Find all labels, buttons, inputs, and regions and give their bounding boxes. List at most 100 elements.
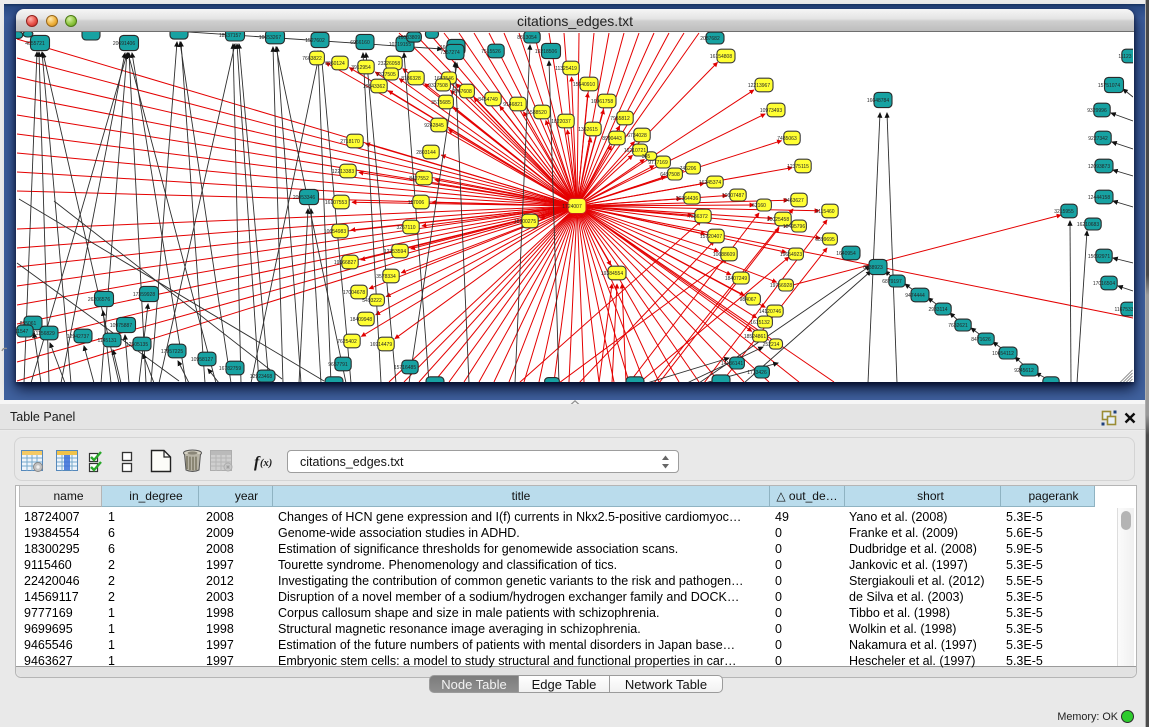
- svg-text:3578334: 3578334: [376, 274, 396, 280]
- svg-text:7632621: 7632621: [948, 323, 968, 329]
- svg-text:10543362: 10543362: [363, 84, 385, 90]
- svg-text:16648784: 16648784: [867, 98, 889, 104]
- svg-text:(x): (x): [260, 458, 272, 469]
- svg-text:1724007: 1724007: [562, 204, 582, 210]
- svg-text:12505135: 12505135: [126, 342, 148, 348]
- svg-text:18537157: 18537157: [219, 33, 241, 39]
- svg-text:14120746: 14120746: [759, 309, 781, 315]
- svg-text:20053346: 20053346: [293, 195, 315, 201]
- svg-text:17016504: 17016504: [1093, 281, 1115, 287]
- svg-text:5493222: 5493222: [362, 298, 382, 304]
- svg-text:12375115: 12375115: [787, 164, 809, 170]
- svg-text:991547: 991547: [16, 329, 29, 335]
- svg-text:3215955: 3215955: [1054, 209, 1074, 215]
- svg-text:9115460: 9115460: [815, 209, 834, 215]
- svg-text:6899695: 6899695: [815, 237, 835, 243]
- svg-text:10973493: 10973493: [760, 108, 782, 114]
- svg-text:8186328: 8186328: [401, 76, 421, 82]
- svg-text:19218506: 19218506: [535, 49, 557, 55]
- svg-text:17359928: 17359928: [133, 292, 155, 298]
- svg-text:117006: 117006: [408, 200, 425, 206]
- svg-text:7485063: 7485063: [777, 136, 797, 142]
- svg-text:7386372: 7386372: [688, 214, 708, 220]
- svg-text:15692971: 15692971: [1088, 254, 1110, 260]
- svg-text:9474444: 9474444: [905, 293, 925, 299]
- svg-text:16033809: 16033809: [398, 35, 420, 41]
- svg-text:20691406: 20691406: [113, 41, 135, 47]
- svg-text:18409948: 18409948: [350, 317, 372, 323]
- svg-text:1588520: 1588520: [527, 110, 547, 116]
- svg-text:1362615: 1362615: [578, 127, 598, 133]
- svg-text:6497508: 6497508: [660, 172, 680, 178]
- svg-text:10025458: 10025458: [767, 217, 789, 223]
- svg-text:12444158: 12444158: [1088, 195, 1110, 201]
- svg-text:16961758: 16961758: [591, 99, 613, 105]
- svg-text:19756928: 19756928: [770, 283, 792, 289]
- svg-text:9146821: 9146821: [503, 102, 523, 108]
- svg-text:19654923: 19654923: [780, 252, 802, 258]
- svg-text:8427552: 8427552: [409, 176, 429, 182]
- svg-text:7955812: 7955812: [610, 116, 630, 122]
- svg-text:17957225: 17957225: [161, 349, 183, 355]
- svg-text:15716485: 15716485: [394, 365, 416, 371]
- svg-text:6966160: 6966160: [350, 40, 370, 46]
- svg-text:8938923: 8938923: [863, 265, 883, 271]
- svg-text:19384554: 19384554: [601, 271, 623, 277]
- svg-text:16210683: 16210683: [1077, 222, 1099, 228]
- svg-text:6879197: 6879197: [882, 279, 902, 285]
- svg-text:15720407: 15720407: [700, 234, 722, 240]
- svg-text:10607487: 10607487: [722, 193, 744, 199]
- svg-text:1167533: 1167533: [1114, 307, 1133, 313]
- svg-text:2933114: 2933114: [928, 307, 947, 313]
- svg-text:9327505: 9327505: [376, 72, 396, 78]
- svg-text:15751074: 15751074: [1098, 83, 1120, 89]
- svg-text:11156829: 11156829: [33, 331, 55, 337]
- svg-text:12353594: 12353594: [384, 249, 406, 255]
- svg-text:18495796: 18495796: [783, 224, 805, 230]
- svg-text:9227342: 9227342: [1088, 136, 1108, 142]
- svg-text:10975887: 10975887: [110, 323, 132, 329]
- svg-text:4055721: 4055721: [25, 41, 45, 47]
- svg-text:20364436: 20364436: [676, 196, 698, 202]
- svg-text:984067: 984067: [740, 297, 757, 303]
- svg-text:10688609: 10688609: [713, 252, 735, 258]
- svg-text:1615132: 1615132: [750, 320, 770, 326]
- svg-text:9463627: 9463627: [784, 198, 804, 204]
- svg-text:7515526: 7515526: [481, 49, 501, 55]
- svg-text:8454749: 8454749: [478, 97, 498, 103]
- svg-text:12942737: 12942737: [67, 334, 89, 340]
- svg-text:7357274: 7357274: [440, 50, 460, 56]
- svg-text:26206576: 26206576: [88, 297, 110, 303]
- svg-text:12093873: 12093873: [1088, 164, 1110, 170]
- svg-text:1527602: 1527602: [305, 38, 325, 44]
- svg-text:11325419: 11325419: [555, 66, 577, 72]
- svg-text:746206: 746206: [680, 166, 697, 172]
- svg-text:2718170: 2718170: [340, 139, 360, 145]
- svg-text:15640910: 15640910: [573, 82, 595, 88]
- svg-text:16245374: 16245374: [699, 180, 721, 186]
- svg-text:3575685: 3575685: [431, 100, 451, 106]
- svg-text:19166827: 19166827: [334, 260, 356, 266]
- svg-text:7625402: 7625402: [337, 339, 357, 345]
- svg-text:1640954: 1640954: [836, 251, 856, 257]
- svg-text:16914479: 16914479: [370, 342, 392, 348]
- svg-text:12213967: 12213967: [748, 83, 770, 89]
- svg-text:2803144: 2803144: [416, 150, 436, 156]
- svg-text:9327508: 9327508: [428, 83, 448, 89]
- svg-text:1145131: 1145131: [97, 338, 116, 344]
- svg-text:11123: 11123: [1118, 54, 1131, 60]
- svg-text:9657791: 9657791: [328, 362, 348, 368]
- svg-text:8813054: 8813054: [517, 35, 537, 41]
- svg-text:8990443: 8990443: [602, 136, 622, 142]
- svg-text:16107553: 16107553: [325, 200, 347, 206]
- svg-text:1822037: 1822037: [551, 119, 571, 125]
- svg-text:12923468: 12923468: [250, 374, 272, 380]
- svg-text:17004678: 17004678: [343, 290, 365, 296]
- svg-text:18407249: 18407249: [725, 276, 747, 282]
- svg-text:252214: 252214: [763, 342, 780, 348]
- svg-text:18300275: 18300275: [514, 219, 536, 225]
- svg-text:23226058: 23226058: [378, 61, 400, 67]
- svg-text:10719155: 10719155: [389, 42, 411, 48]
- svg-text:9777169: 9777169: [648, 160, 668, 166]
- svg-text:18524861: 18524861: [744, 334, 766, 340]
